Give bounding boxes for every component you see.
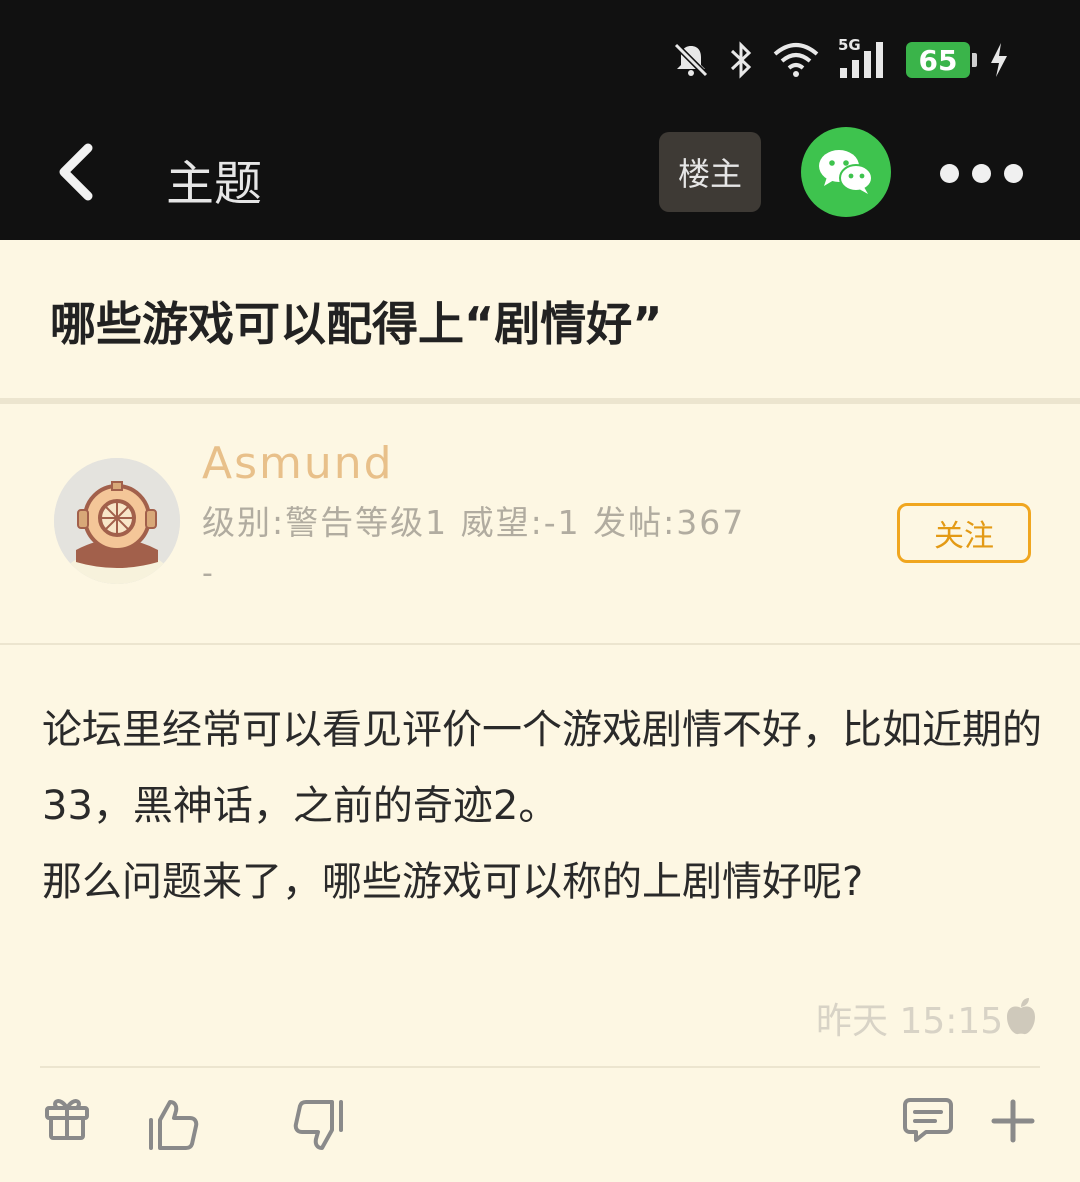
wechat-share-button[interactable]	[801, 127, 891, 217]
author-name[interactable]: Asmund	[202, 438, 394, 489]
post-timestamp: 昨天 15:15	[816, 1001, 1004, 1042]
action-divider	[40, 1066, 1040, 1068]
signal-indicator: 5G	[838, 36, 888, 80]
add-button[interactable]	[990, 1098, 1036, 1148]
post-paragraph: 论坛里经常可以看见评价一个游戏剧情不好，比如近期的33，黑神话，之前的奇迹2。	[42, 707, 1042, 829]
status-icons: 5G 65	[672, 36, 1010, 82]
chevron-left-icon	[59, 143, 93, 201]
top-navigation-bar: 主题 楼主	[0, 110, 1080, 240]
section-divider	[0, 398, 1080, 404]
more-options-button[interactable]	[940, 158, 1030, 188]
wifi-icon	[773, 43, 819, 77]
back-button[interactable]	[50, 140, 110, 204]
post-paragraph: 那么问题来了，哪些游戏可以称的上剧情好呢?	[42, 859, 864, 905]
more-dot	[940, 163, 959, 183]
battery-level: 65	[918, 43, 958, 77]
dislike-button[interactable]	[292, 1098, 346, 1156]
thumbs-down-icon	[293, 1100, 343, 1150]
comment-icon	[903, 1098, 953, 1142]
status-bar: 5G 65	[0, 0, 1080, 110]
charging-icon	[991, 43, 1007, 77]
gift-button[interactable]	[42, 1092, 92, 1146]
follow-button[interactable]: 关注	[897, 503, 1031, 563]
author-avatar[interactable]	[54, 458, 180, 584]
mute-icon	[673, 42, 709, 78]
thumbs-up-icon	[149, 1100, 199, 1150]
signal-icon	[840, 42, 883, 78]
thread-owner-button[interactable]: 楼主	[659, 132, 761, 212]
apple-icon	[1007, 998, 1035, 1035]
author-divider	[0, 643, 1080, 645]
more-dot	[972, 163, 991, 183]
author-stats: 级别:警告等级1 威望:-1 发帖:367	[202, 503, 746, 542]
post-content: 论坛里经常可以看见评价一个游戏剧情不好，比如近期的33，黑神话，之前的奇迹2。 …	[42, 692, 1042, 920]
more-dot	[1004, 163, 1023, 183]
bluetooth-icon	[730, 41, 752, 79]
like-button[interactable]	[146, 1098, 200, 1156]
author-extra: -	[202, 556, 213, 591]
thread-title: 哪些游戏可以配得上“剧情好”	[50, 297, 663, 351]
wechat-icon	[819, 150, 873, 194]
diver-helmet-avatar-icon	[54, 458, 180, 584]
gift-icon	[45, 1099, 89, 1140]
page-title: 主题	[166, 156, 263, 212]
comment-button[interactable]	[902, 1096, 954, 1148]
battery-indicator: 65	[906, 42, 977, 78]
plus-icon	[991, 1099, 1035, 1143]
